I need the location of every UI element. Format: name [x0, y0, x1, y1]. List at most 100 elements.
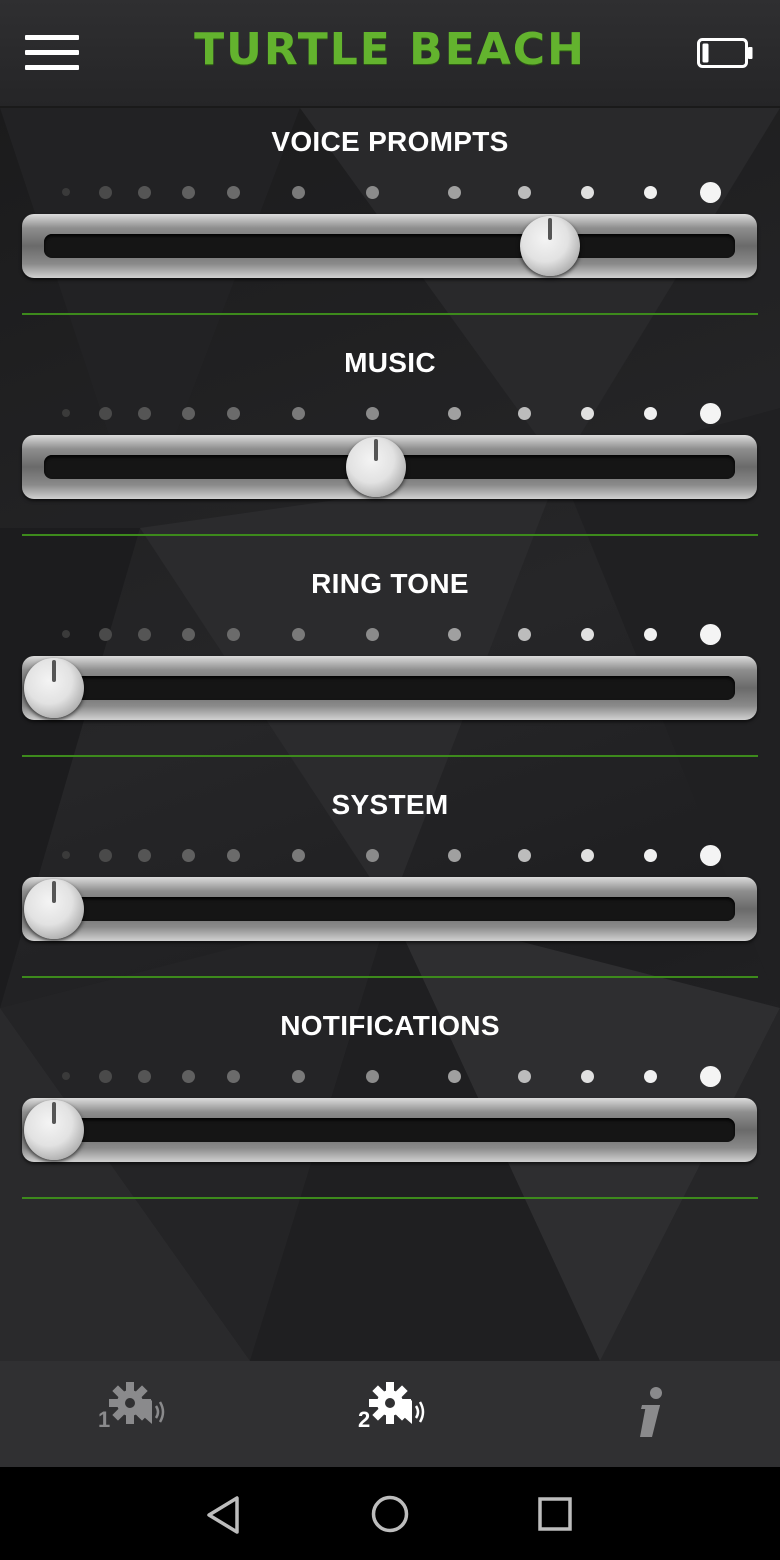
- level-dot: [365, 406, 379, 420]
- slider-knob[interactable]: [345, 437, 406, 497]
- slider-knob[interactable]: [24, 658, 84, 718]
- level-scale-dots: [0, 622, 780, 646]
- level-dot: [181, 185, 195, 199]
- level-dot: [365, 1069, 379, 1083]
- level-dot: [226, 406, 240, 420]
- slider-section-music: MUSIC: [0, 329, 780, 550]
- level-dot: [365, 848, 379, 862]
- level-dot: [699, 402, 721, 424]
- tab-settings-1[interactable]: 1: [80, 1379, 180, 1449]
- level-dot: [365, 627, 379, 641]
- level-dot: [226, 1069, 240, 1083]
- level-dot: [699, 844, 721, 866]
- level-dot: [643, 406, 657, 420]
- level-dot: [137, 406, 151, 420]
- level-dot: [517, 1069, 531, 1083]
- level-dot: [365, 185, 379, 199]
- level-dot: [517, 406, 531, 420]
- settings-speaker-icon: 1: [98, 1382, 165, 1432]
- level-dot: [699, 1065, 721, 1087]
- slider-knob[interactable]: [519, 216, 580, 276]
- recents-square-icon[interactable]: [537, 1496, 573, 1532]
- level-dot: [447, 185, 461, 199]
- level-dot: [517, 185, 531, 199]
- level-dot: [447, 406, 461, 420]
- slider-track[interactable]: [22, 214, 757, 278]
- level-scale-dots: [0, 180, 780, 204]
- level-dot: [62, 1072, 70, 1080]
- level-dot: [643, 627, 657, 641]
- back-triangle-icon[interactable]: [204, 1495, 244, 1535]
- app-header: TURTLE BEACH: [0, 0, 780, 108]
- slider-label: RING TONE: [311, 568, 469, 599]
- level-dot: [226, 627, 240, 641]
- level-dot: [181, 627, 195, 641]
- level-dot: [226, 185, 240, 199]
- battery-icon: [697, 38, 753, 68]
- level-dot: [181, 1069, 195, 1083]
- level-dot: [580, 848, 594, 862]
- slider-track[interactable]: [22, 877, 757, 941]
- level-scale-dots: [0, 1064, 780, 1088]
- level-dot: [137, 627, 151, 641]
- level-dot: [580, 627, 594, 641]
- level-dot: [226, 848, 240, 862]
- slider-label: VOICE PROMPTS: [271, 126, 509, 157]
- level-dot: [580, 185, 594, 199]
- level-dot: [699, 181, 721, 203]
- level-dot: [447, 848, 461, 862]
- level-dot: [137, 185, 151, 199]
- level-dot: [98, 406, 112, 420]
- level-dot: [643, 1069, 657, 1083]
- info-icon: [640, 1387, 662, 1437]
- svg-text:2: 2: [358, 1407, 370, 1432]
- slider-track[interactable]: [22, 1098, 757, 1162]
- section-divider: [22, 755, 758, 757]
- bottom-tab-bar: 1 2: [0, 1361, 780, 1467]
- level-dot: [291, 406, 305, 420]
- svg-text:1: 1: [98, 1407, 110, 1432]
- level-dot: [62, 188, 70, 196]
- tab-info[interactable]: [600, 1379, 700, 1449]
- slider-section-notifications: NOTIFICATIONS: [0, 992, 780, 1213]
- section-divider: [22, 534, 758, 536]
- home-circle-icon[interactable]: [370, 1494, 410, 1534]
- level-dot: [447, 627, 461, 641]
- level-dot: [62, 851, 70, 859]
- slider-track[interactable]: [22, 656, 757, 720]
- level-dot: [62, 630, 70, 638]
- slider-label: MUSIC: [344, 347, 436, 378]
- tab-settings-2[interactable]: 2: [340, 1379, 440, 1449]
- level-dot: [291, 1069, 305, 1083]
- level-dot: [517, 627, 531, 641]
- level-dot: [643, 848, 657, 862]
- slider-label: SYSTEM: [331, 789, 449, 820]
- slider-section-ring-tone: RING TONE: [0, 550, 780, 771]
- level-dot: [580, 406, 594, 420]
- section-divider: [22, 976, 758, 978]
- slider-label: NOTIFICATIONS: [280, 1010, 500, 1041]
- app-logo: TURTLE BEACH: [194, 24, 586, 75]
- level-dot: [62, 409, 70, 417]
- level-scale-dots: [0, 843, 780, 867]
- level-dot: [98, 627, 112, 641]
- slider-section-voice-prompts: VOICE PROMPTS: [0, 108, 780, 329]
- level-dot: [517, 848, 531, 862]
- section-divider: [22, 1197, 758, 1199]
- battery-level-fill: [702, 43, 709, 63]
- volume-settings-panel: VOICE PROMPTS MUSIC RING TONE SYSTEM NOT…: [0, 108, 780, 1361]
- slider-section-system: SYSTEM: [0, 771, 780, 992]
- level-dot: [181, 848, 195, 862]
- level-dot: [643, 185, 657, 199]
- level-dot: [181, 406, 195, 420]
- level-dot: [98, 1069, 112, 1083]
- level-dot: [98, 185, 112, 199]
- level-dot: [291, 185, 305, 199]
- section-divider: [22, 313, 758, 315]
- level-dot: [137, 1069, 151, 1083]
- slider-knob[interactable]: [24, 1100, 84, 1160]
- system-navigation-bar: [0, 1467, 780, 1560]
- level-dot: [291, 848, 305, 862]
- level-dot: [98, 848, 112, 862]
- slider-knob[interactable]: [24, 879, 84, 939]
